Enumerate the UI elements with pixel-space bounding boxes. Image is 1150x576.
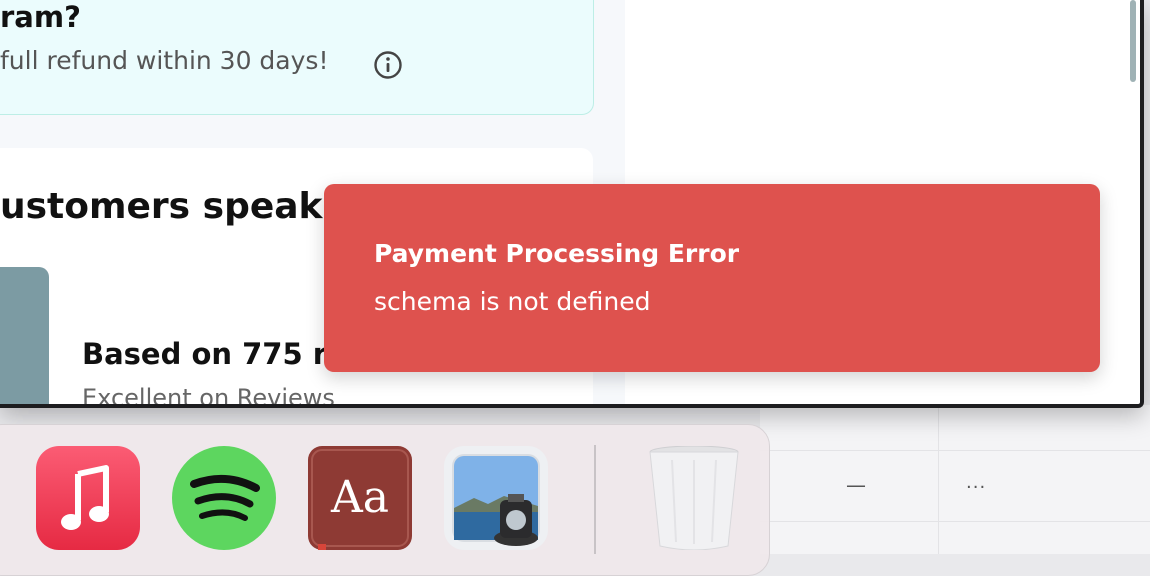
dash-cell: — <box>846 473 866 497</box>
table-divider <box>760 521 1150 522</box>
trash-icon[interactable] <box>642 446 746 550</box>
music-app-icon[interactable] <box>36 446 140 550</box>
spotify-app-icon[interactable] <box>172 446 276 550</box>
table-divider <box>760 450 1150 451</box>
desktop-table: — ··· <box>760 405 1150 554</box>
toast-message: schema is not defined <box>374 287 651 316</box>
guarantee-text: full refund within 30 days! <box>0 46 329 75</box>
toast-title: Payment Processing Error <box>374 239 740 268</box>
preview-app-icon[interactable] <box>444 446 548 550</box>
dock-divider <box>594 445 596 554</box>
error-toast[interactable]: Payment Processing Error schema is not d… <box>324 184 1100 372</box>
guarantee-title: ram? <box>0 0 81 34</box>
scrollbar[interactable] <box>1130 0 1136 82</box>
more-options-button[interactable]: ··· <box>966 477 986 498</box>
info-icon[interactable] <box>372 49 404 81</box>
svg-text:Aa: Aa <box>330 472 389 523</box>
review-rating-text: Excellent on Reviews <box>82 384 335 408</box>
table-divider <box>938 405 939 554</box>
review-image <box>0 267 49 404</box>
reviews-heading: ustomers speak <box>0 186 323 227</box>
dictionary-app-icon[interactable]: Aa <box>308 446 412 550</box>
review-count: Based on 775 r <box>82 337 328 371</box>
